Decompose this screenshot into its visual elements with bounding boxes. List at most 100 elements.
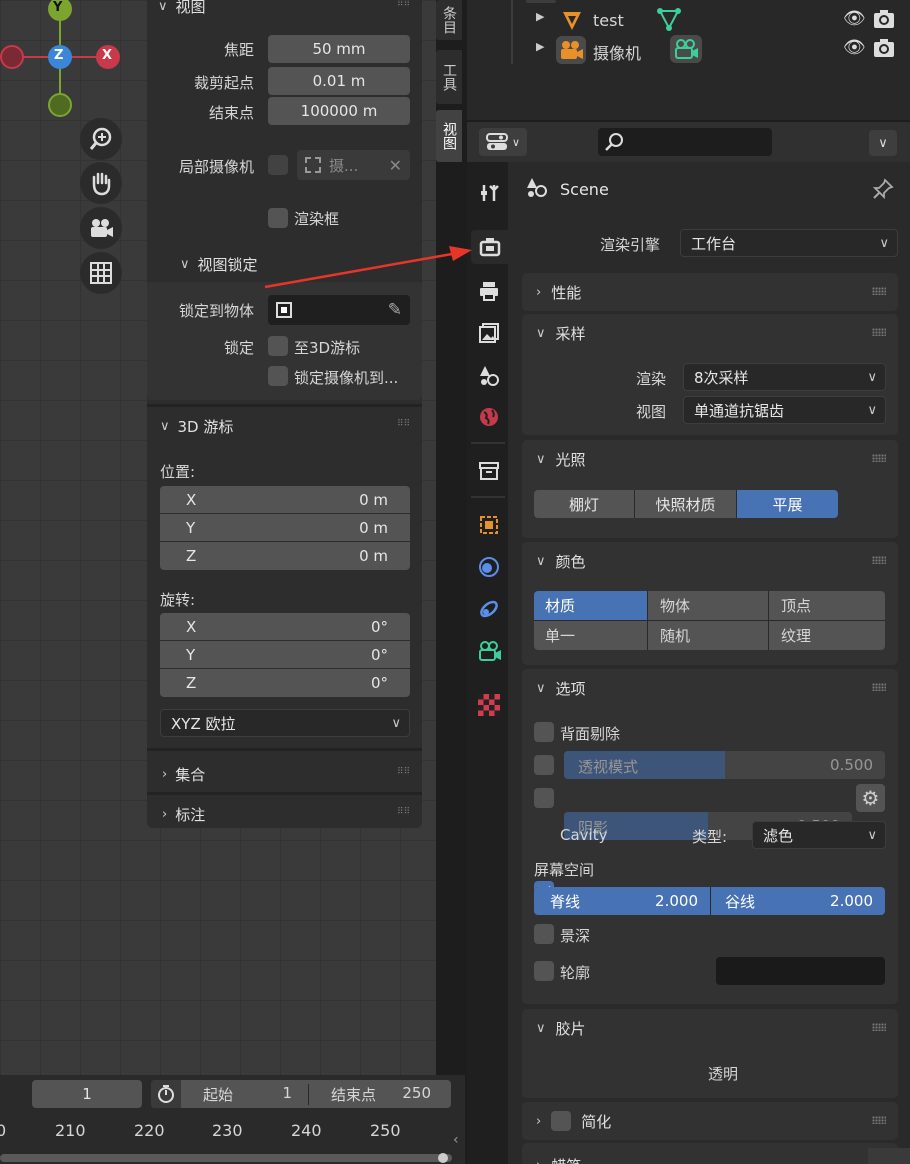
- render-engine-dropdown[interactable]: 工作台 ∨: [680, 229, 898, 257]
- lighting-option-flat[interactable]: 平展: [737, 490, 838, 518]
- xray-checkbox[interactable]: [534, 755, 554, 775]
- color-option-single[interactable]: 单一: [534, 621, 647, 650]
- outliner-item-camera[interactable]: 摄像机: [593, 40, 641, 64]
- tab-constraint-properties[interactable]: [471, 592, 507, 626]
- frame-start-field[interactable]: 起始 1: [181, 1083, 309, 1105]
- drag-handle[interactable]: [872, 454, 886, 462]
- tab-object-data-properties[interactable]: [471, 634, 507, 668]
- render-camera-icon[interactable]: [872, 8, 896, 30]
- clip-end-field[interactable]: 100000 m: [268, 97, 410, 125]
- grease-pencil-panel[interactable]: › 蜡笔: [522, 1143, 898, 1164]
- lock-camera-checkbox[interactable]: [268, 366, 288, 386]
- drag-handle[interactable]: [872, 287, 886, 295]
- tab-scene-properties[interactable]: [471, 358, 507, 392]
- options-dropdown-button[interactable]: ∨: [869, 130, 897, 156]
- camera-view-button[interactable]: [80, 207, 122, 249]
- outline-color-swatch[interactable]: [716, 957, 885, 985]
- lock-3d-cursor-checkbox[interactable]: [268, 336, 288, 356]
- sampling-header[interactable]: ∨ 采样: [522, 314, 898, 352]
- properties-search-input[interactable]: [598, 128, 772, 156]
- color-option-object[interactable]: 物体: [648, 591, 768, 620]
- dof-checkbox[interactable]: [534, 924, 554, 944]
- drag-handle[interactable]: [872, 328, 886, 336]
- annotation-panel-header[interactable]: › 标注: [162, 804, 205, 825]
- color-option-texture[interactable]: 纹理: [769, 621, 885, 650]
- tab-render-properties[interactable]: [471, 230, 508, 264]
- drag-handle[interactable]: ⠿⠿: [397, 0, 410, 9]
- valley-field[interactable]: 谷线 2.000: [711, 887, 885, 915]
- zoom-button[interactable]: [80, 118, 122, 160]
- tab-collection-properties[interactable]: [471, 454, 507, 488]
- rotation-y-field[interactable]: Y 0°: [160, 641, 410, 669]
- 3d-cursor-header[interactable]: ∨ 3D 游标: [160, 416, 233, 437]
- editor-type-button[interactable]: ∨: [479, 128, 527, 156]
- drag-handle[interactable]: [872, 1116, 886, 1124]
- location-y-field[interactable]: Y 0 m: [160, 514, 410, 542]
- view-panel-header[interactable]: ∨ 视图: [158, 0, 206, 17]
- shadow-settings-button[interactable]: ⚙: [856, 784, 885, 812]
- drag-handle[interactable]: ⠿⠿: [397, 420, 410, 429]
- view-lock-header[interactable]: ∨ 视图锁定: [180, 254, 258, 275]
- backface-culling-checkbox[interactable]: [534, 722, 554, 742]
- shadow-checkbox[interactable]: [534, 788, 554, 808]
- local-camera-field[interactable]: 摄... ✕: [297, 150, 410, 180]
- viewport-samples-dropdown[interactable]: 单通道抗锯齿 ∨: [683, 396, 886, 424]
- color-option-vertex[interactable]: 顶点: [769, 591, 885, 620]
- render-camera-icon[interactable]: [872, 37, 896, 59]
- render-region-checkbox[interactable]: [268, 208, 288, 228]
- rotation-mode-dropdown[interactable]: XYZ 欧拉 ∨: [160, 709, 410, 737]
- drag-handle[interactable]: [872, 556, 886, 564]
- color-header[interactable]: ∨ 颜色: [522, 542, 898, 580]
- rotation-z-field[interactable]: Z 0°: [160, 669, 410, 697]
- tab-tool-properties[interactable]: [471, 176, 507, 210]
- tab-tool[interactable]: 工具: [436, 50, 462, 104]
- lock-object-field[interactable]: ✎: [268, 295, 410, 325]
- rotation-x-field[interactable]: X 0°: [160, 613, 410, 641]
- lighting-option-studio[interactable]: 棚灯: [534, 490, 635, 518]
- clear-icon[interactable]: ✕: [389, 156, 402, 175]
- collection-panel-header[interactable]: › 集合: [162, 764, 205, 785]
- color-option-random[interactable]: 随机: [648, 621, 768, 650]
- timeline-scrollbar[interactable]: [0, 1154, 452, 1162]
- pan-button[interactable]: [80, 162, 122, 204]
- location-x-field[interactable]: X 0 m: [160, 486, 410, 514]
- ortho-toggle-button[interactable]: [80, 252, 122, 294]
- chevron-left-icon[interactable]: ‹: [453, 1132, 459, 1148]
- drag-handle[interactable]: [872, 683, 886, 691]
- scrollbar-handle[interactable]: [438, 1153, 448, 1163]
- tab-texture-properties[interactable]: [471, 688, 507, 722]
- tab-output-properties[interactable]: [471, 274, 507, 308]
- eye-icon[interactable]: 👁: [843, 8, 866, 29]
- expand-arrow-icon[interactable]: ▶: [536, 10, 544, 23]
- color-option-material[interactable]: 材质: [534, 591, 647, 620]
- tab-physics-properties[interactable]: [471, 550, 507, 584]
- expand-arrow-icon[interactable]: ▶: [536, 40, 544, 53]
- cavity-type-dropdown[interactable]: 滤色 ∨: [752, 821, 886, 849]
- options-header[interactable]: ∨ 选项: [522, 669, 898, 707]
- frame-end-field[interactable]: 结束点 250: [309, 1084, 451, 1105]
- tab-object-properties[interactable]: [471, 508, 507, 542]
- outliner-item-test[interactable]: test: [593, 11, 624, 30]
- drag-handle[interactable]: ⠿⠿: [397, 768, 410, 777]
- eye-icon[interactable]: 👁: [843, 37, 866, 58]
- drag-handle[interactable]: ⠿⠿: [397, 808, 410, 817]
- lighting-option-matcap[interactable]: 快照材质: [635, 490, 737, 518]
- performance-panel[interactable]: › 性能: [522, 273, 898, 311]
- tab-item[interactable]: 条目: [436, 0, 462, 40]
- xray-slider[interactable]: 透视模式 0.500: [564, 751, 885, 779]
- drag-handle[interactable]: [872, 1023, 886, 1031]
- simplify-panel[interactable]: › 简化: [522, 1102, 898, 1140]
- simplify-checkbox[interactable]: [551, 1111, 572, 1131]
- render-samples-dropdown[interactable]: 8次采样 ∨: [683, 363, 886, 391]
- focal-length-field[interactable]: 50 mm: [268, 35, 410, 63]
- current-frame-field[interactable]: 1: [32, 1080, 142, 1108]
- clip-start-field[interactable]: 0.01 m: [268, 67, 410, 95]
- navigation-gizmo[interactable]: [0, 0, 140, 300]
- tab-view[interactable]: 视图: [436, 110, 462, 162]
- eyedropper-icon[interactable]: ✎: [388, 300, 402, 320]
- tab-view-layer-properties[interactable]: [471, 316, 507, 350]
- film-header[interactable]: ∨ 胶片: [522, 1009, 898, 1047]
- ridge-field[interactable]: 脊线 2.000: [534, 887, 710, 915]
- pin-icon[interactable]: [872, 178, 894, 200]
- location-z-field[interactable]: Z 0 m: [160, 542, 410, 570]
